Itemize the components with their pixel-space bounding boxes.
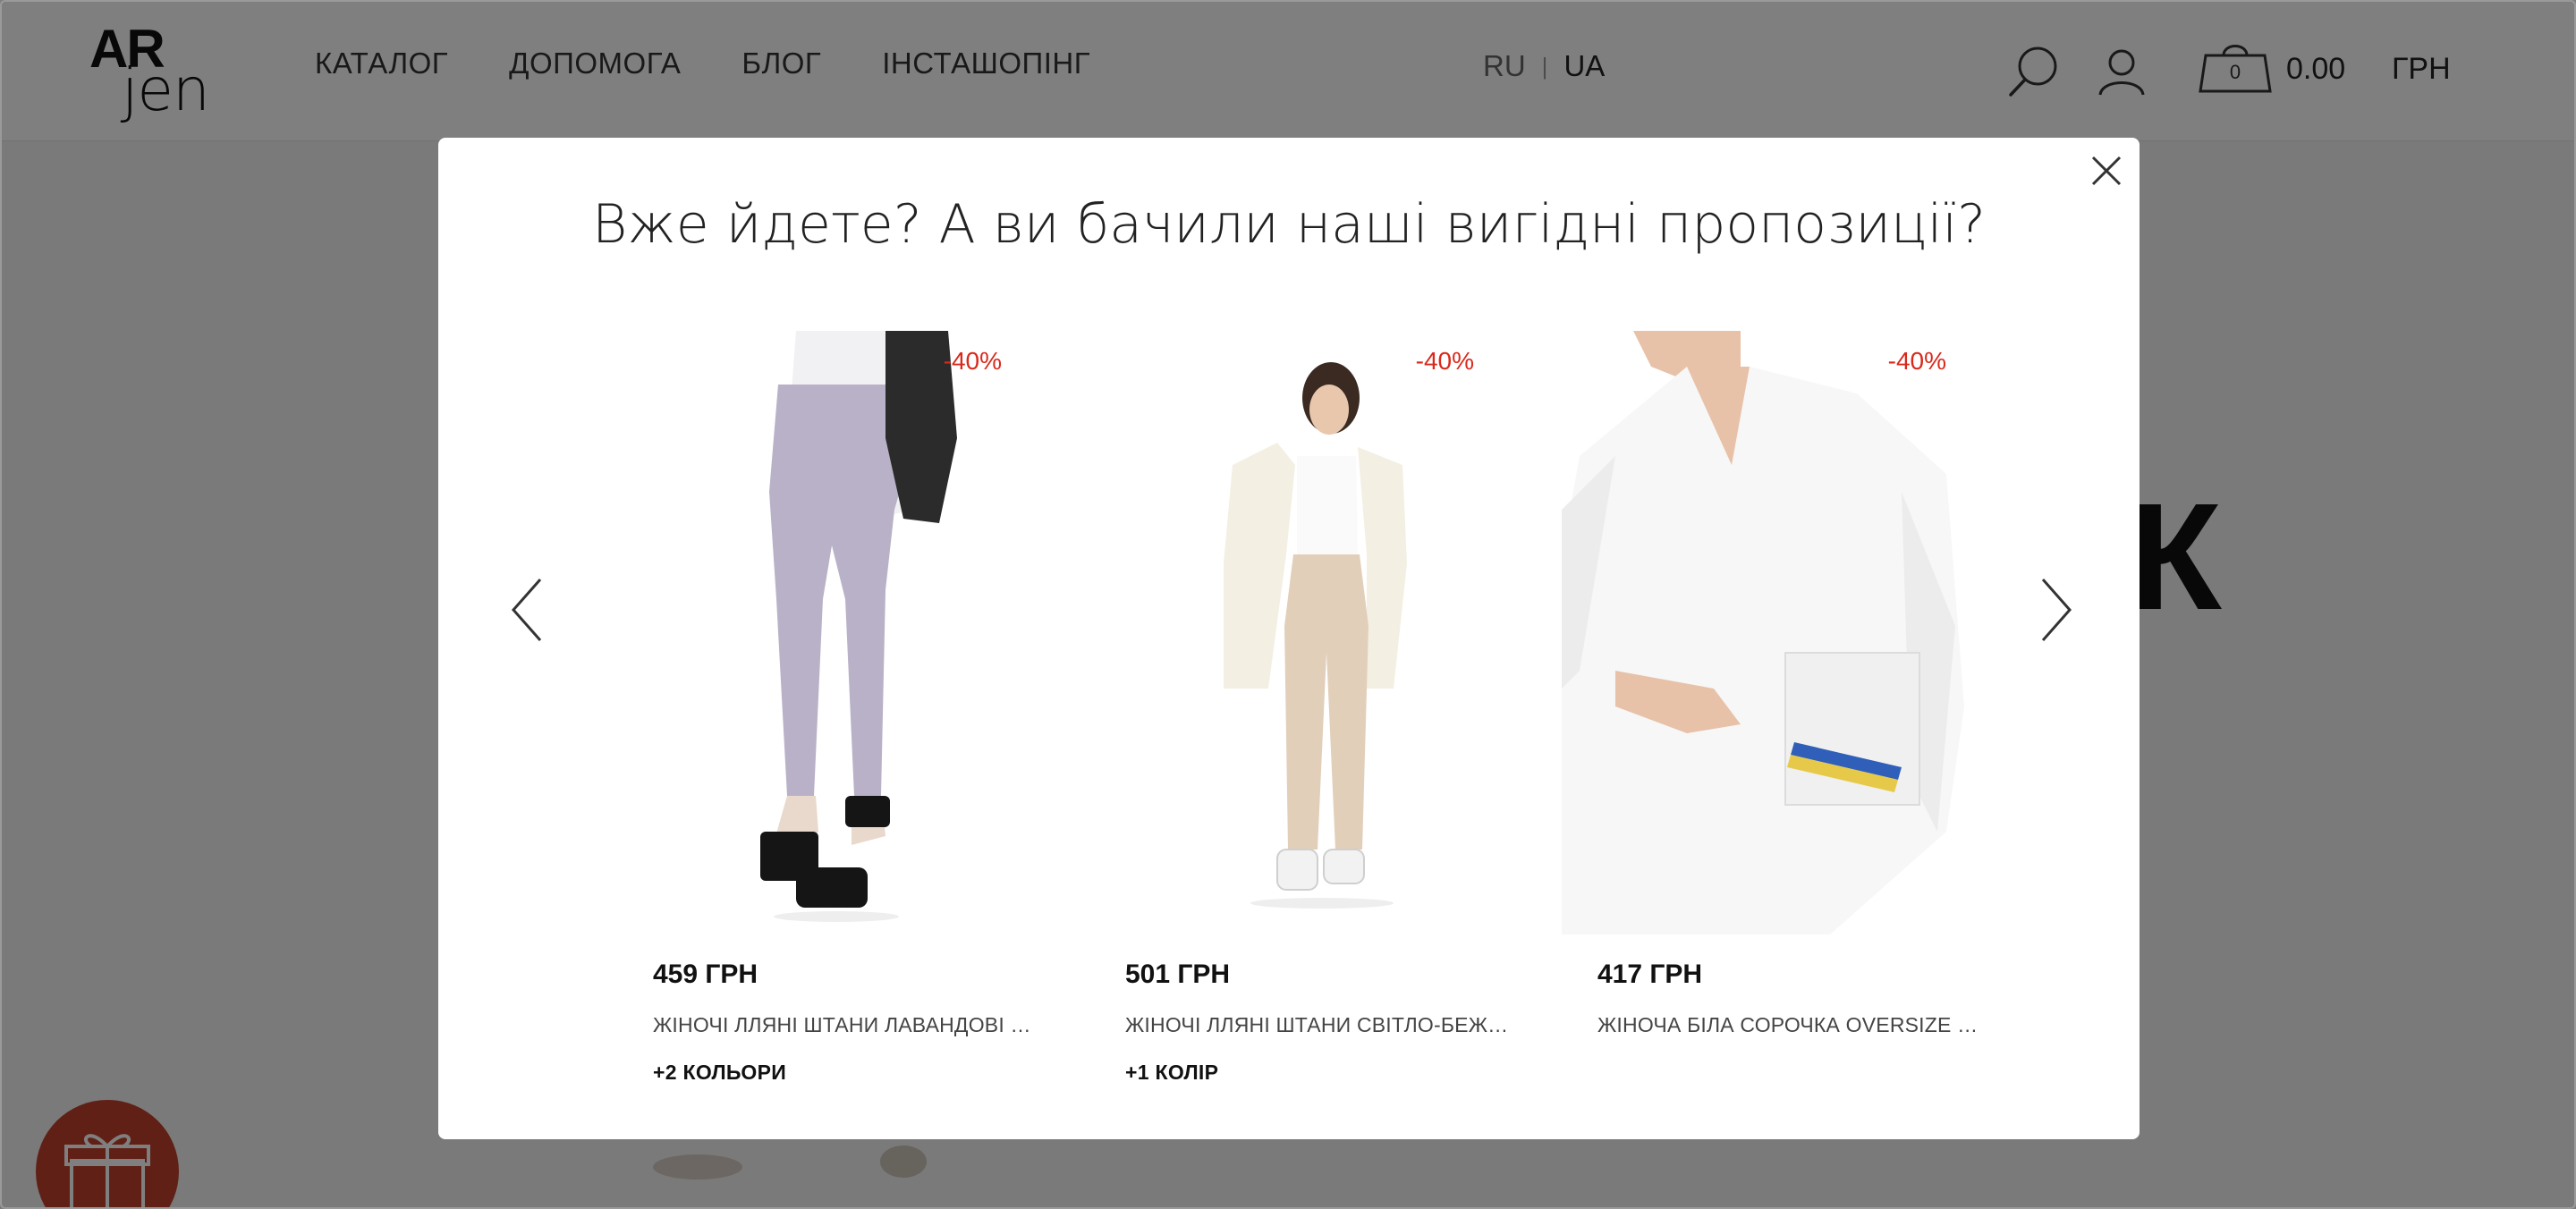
product-image[interactable]: -40% — [1089, 331, 1492, 934]
product-name[interactable]: ЖІНОЧІ ЛЛЯНІ ШТАНИ ЛАВАНДОВІ З А... — [653, 1013, 1038, 1037]
product-price: 501 ГРН — [1125, 960, 1231, 989]
product-card[interactable]: -40% 417 ГРН ЖІНОЧА БІЛА СОРОЧКА OVERSIZ… — [1562, 331, 2018, 1037]
discount-badge: -40% — [943, 347, 1002, 375]
product-image[interactable]: -40% — [617, 331, 1020, 934]
discount-badge: -40% — [1415, 347, 1474, 375]
exit-intent-modal: Вже йдете? А ви бачили наші вигідні проп… — [438, 138, 2140, 1139]
product-image[interactable]: -40% — [1562, 331, 1964, 934]
product-price: 459 ГРН — [653, 960, 758, 989]
product-colors[interactable]: +1 КОЛІР — [1125, 1061, 1546, 1085]
product-price: 417 ГРН — [1597, 960, 1703, 989]
modal-title: Вже йдете? А ви бачили наші вигідні проп… — [592, 193, 1986, 256]
product-colors[interactable]: +2 КОЛЬОРИ — [653, 1061, 1073, 1085]
product-card[interactable]: -40% 501 ГРН ЖІНОЧІ ЛЛЯНІ ШТАНИ СВІТЛО-Б… — [1089, 331, 1546, 1085]
chevron-right-icon[interactable] — [2036, 574, 2075, 646]
product-name[interactable]: ЖІНОЧІ ЛЛЯНІ ШТАНИ СВІТЛО-БЕЖЕВІ... — [1125, 1013, 1510, 1037]
product-card[interactable]: -40% 459 ГРН ЖІНОЧІ ЛЛЯНІ ШТАНИ ЛАВАНДОВ… — [617, 331, 1073, 1085]
discount-badge: -40% — [1887, 347, 1946, 375]
product-name[interactable]: ЖІНОЧА БІЛА СОРОЧКА OVERSIZE ІЗ С... — [1597, 1013, 1982, 1037]
chevron-left-icon[interactable] — [508, 574, 547, 646]
close-icon[interactable] — [2089, 154, 2123, 188]
